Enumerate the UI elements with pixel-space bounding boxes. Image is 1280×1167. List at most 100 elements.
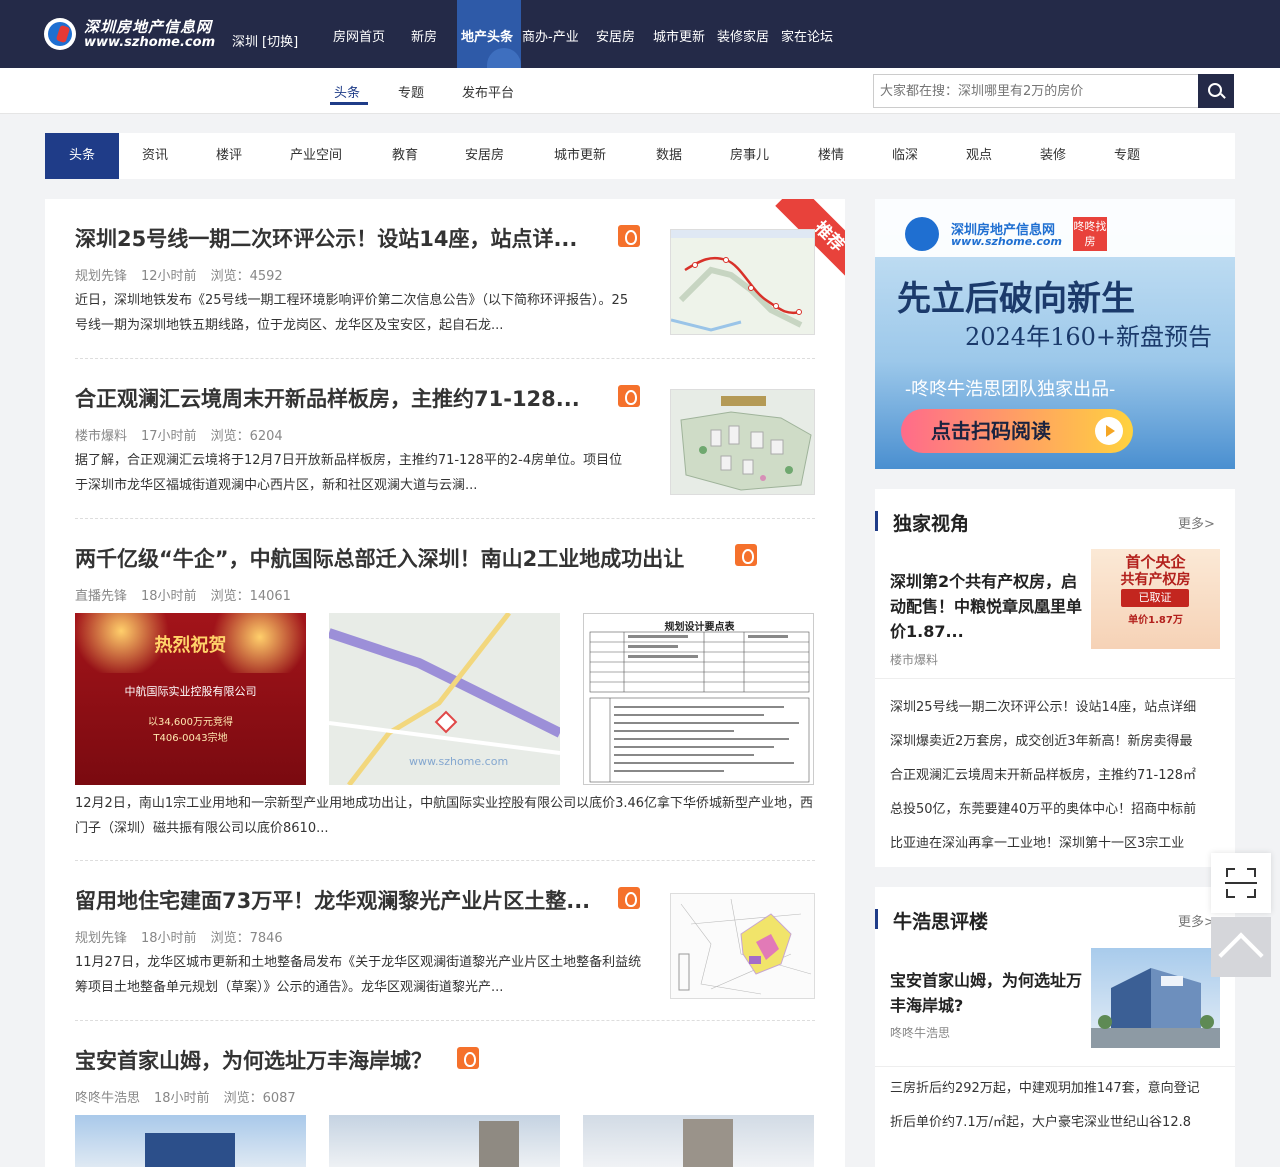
mall-building-shape: [145, 1133, 235, 1167]
tab-headlines[interactable]: 头条: [45, 133, 119, 179]
panel-link-item[interactable]: 三房折后约292万起，中建观玥加推147套，意向登记: [890, 1077, 1220, 1096]
article-thumbnail-metro-map[interactable]: [670, 229, 815, 335]
tab-industrial-space[interactable]: 产业空间: [290, 133, 342, 179]
city-name: 深圳: [232, 35, 259, 50]
top-navbar: 深圳房地产信息网 www.szhome.com 深圳 [切换] 房网首页 新房 地…: [0, 0, 1280, 68]
image-watermark: www.szhome.com: [409, 755, 509, 768]
banner-scan-button[interactable]: 点击扫码阅读: [901, 409, 1133, 453]
article-source[interactable]: 楼市爆料: [75, 429, 127, 444]
article-image-mall-3[interactable]: [583, 1115, 814, 1167]
logo-badge-icon: [44, 18, 76, 50]
article-item[interactable]: 合正观澜汇云境周末开新品样板房，主推约71-128... 楼市爆料 17小时前 浏览…: [75, 359, 815, 519]
feature-article-image[interactable]: 首个央企 共有产权房 已取证 单价1.87万: [1091, 549, 1220, 649]
panel-link-item[interactable]: 总投50亿，东莞要建40万平的奥体中心！招商中标前: [890, 798, 1220, 817]
article-title[interactable]: 两千亿级“牛企”，中航国际总部迁入深圳！南山2工业地成功出让: [75, 543, 735, 573]
tab-urban-renewal[interactable]: 城市更新: [554, 133, 606, 179]
tab-opinions[interactable]: 观点: [966, 133, 992, 179]
city-selector[interactable]: 深圳 [切换]: [232, 31, 298, 50]
sidebar-ad-banner[interactable]: 深圳房地产信息网 www.szhome.com 咚咚找房 先立后破向新生 202…: [875, 199, 1235, 469]
feature-article-image[interactable]: [1091, 948, 1220, 1048]
feature-img-line-2: 共有产权房: [1120, 572, 1191, 588]
nav-home[interactable]: 房网首页: [333, 26, 385, 45]
article-time: 17小时前: [141, 429, 197, 444]
nav-affordable-housing[interactable]: 安居房: [596, 26, 635, 45]
article-source[interactable]: 规划先锋: [75, 931, 127, 946]
tab-reviews[interactable]: 楼评: [216, 133, 242, 179]
more-link[interactable]: 更多>: [1178, 911, 1215, 930]
article-source[interactable]: 直播先锋: [75, 589, 127, 604]
article-views: 浏览：6087: [223, 1091, 296, 1106]
tab-near-shenzhen[interactable]: 临深: [892, 133, 918, 179]
tab-decoration[interactable]: 装修: [1040, 133, 1066, 179]
tower-shape: [479, 1121, 519, 1167]
panel-exclusive-perspective: 独家视角 更多> 深圳第2个共有产权房，启动配售！中粮悦章凤凰里单价1.87..…: [875, 489, 1235, 867]
article-image-mall-1[interactable]: [75, 1115, 306, 1167]
article-thumbnail-site-plan[interactable]: [670, 389, 815, 495]
article-views: 浏览：4592: [210, 269, 283, 284]
article-item[interactable]: 宝安首家山姆，为何选址万丰海岸城？ 咚咚牛浩思 18小时前 浏览：6087: [75, 1021, 815, 1167]
tab-housing-affairs[interactable]: 房事儿: [730, 133, 769, 179]
tab-data[interactable]: 数据: [656, 133, 682, 179]
nav-forum[interactable]: 家在论坛: [781, 26, 833, 45]
article-summary: 11月27日，龙华区城市更新和土地整备局发布《关于龙华区观澜街道黎光产业片区土地…: [75, 955, 642, 995]
logo-text-en: www.szhome.com: [84, 35, 216, 50]
article-meta: 规划先锋 12小时前 浏览：4592: [75, 265, 297, 284]
search-button[interactable]: [1198, 74, 1234, 108]
article-item[interactable]: 留用地住宅建面73万平！龙华观澜黎光产业片区土整... 规划先锋 18小时前 浏览：…: [75, 861, 815, 1021]
panel-divider: [875, 1066, 1235, 1067]
article-image-congrats-poster[interactable]: 热烈祝贺 中航国际实业控股有限公司 以34,600万元竞得 T406-0043宗…: [75, 613, 306, 785]
feature-img-badge: 已取证: [1121, 589, 1189, 607]
article-image-location-map[interactable]: www.szhome.com: [329, 613, 560, 785]
panel-property-review: 牛浩思评楼 更多> 宝安首家山姆，为何选址万丰海岸城? 咚咚牛浩思 三房折后约2…: [875, 887, 1235, 1167]
tab-education[interactable]: 教育: [392, 133, 418, 179]
nav-urban-renewal[interactable]: 城市更新: [653, 26, 705, 45]
banner-cta-label: 点击扫码阅读: [931, 419, 1051, 443]
tab-topics[interactable]: 专题: [1114, 133, 1140, 179]
article-title[interactable]: 深圳25号线一期二次环评公示！设站14座，站点详...: [75, 223, 605, 253]
article-meta: 规划先锋 18小时前 浏览：7846: [75, 927, 297, 946]
nav-new-homes[interactable]: 新房: [411, 26, 437, 45]
poster-heading: 热烈祝贺: [154, 635, 227, 656]
subnav-active-underline: [330, 102, 368, 105]
tab-market[interactable]: 楼情: [818, 133, 844, 179]
banner-headline: 先立后破向新生: [897, 279, 1135, 319]
article-source[interactable]: 咚咚牛浩思: [75, 1091, 140, 1106]
article-title[interactable]: 留用地住宅建面73万平！龙华观澜黎光产业片区土整...: [75, 885, 610, 915]
article-item[interactable]: 两千亿级“牛企”，中航国际总部迁入深圳！南山2工业地成功出让 直播先锋 18小时前…: [75, 519, 815, 864]
article-title[interactable]: 宝安首家山姆，为何选址万丰海岸城？: [75, 1045, 455, 1075]
article-title[interactable]: 合正观澜汇云境周末开新品样板房，主推约71-128...: [75, 383, 605, 413]
article-item[interactable]: 深圳25号线一期二次环评公示！设站14座，站点详... 规划先锋 12小时前 浏览：…: [75, 199, 815, 359]
subnav-topics[interactable]: 专题: [398, 82, 424, 101]
scan-qr-button[interactable]: [1211, 853, 1271, 913]
panel-link-item[interactable]: 比亚迪在深汕再拿一工业地！深圳第十一区3宗工业: [890, 832, 1220, 851]
nav-headlines[interactable]: 地产头条: [461, 26, 513, 45]
subnav-headlines[interactable]: 头条: [334, 82, 360, 101]
nav-commercial[interactable]: 商办-产业: [522, 26, 579, 45]
article-summary: 近日，深圳地铁发布《25号线一期工程环境影响评价第二次信息公告》（以下简称环评报…: [75, 293, 629, 333]
back-to-top-button[interactable]: [1211, 917, 1271, 977]
panel-link-item[interactable]: 深圳爆卖近2万套房，成交创近3年新高！新房卖得最: [890, 730, 1220, 749]
article-image-mall-2[interactable]: [329, 1115, 560, 1167]
panel-link-item[interactable]: 合正观澜汇云境周末开新品样板房，主推约71-128㎡: [890, 764, 1220, 783]
nav-decoration[interactable]: 装修家居: [717, 26, 769, 45]
article-meta: 楼市爆料 17小时前 浏览：6204: [75, 425, 297, 444]
feature-article-title[interactable]: 深圳第2个共有产权房，启动配售！中粮悦章凤凰里单价1.87...: [890, 569, 1086, 644]
tab-news[interactable]: 资讯: [142, 133, 168, 179]
article-image-planning-table[interactable]: 规划设计要点表: [583, 613, 814, 785]
article-thumbnail-land-plan[interactable]: [670, 893, 815, 999]
subnav-publish-platform[interactable]: 发布平台: [462, 82, 514, 101]
more-link[interactable]: 更多>: [1178, 513, 1215, 532]
article-views: 浏览：7846: [210, 931, 283, 946]
city-switch-link[interactable]: [切换]: [262, 35, 298, 50]
category-tabs: 头条 资讯 楼评 产业空间 教育 安居房 城市更新 数据 房事儿 楼情 临深 观…: [45, 133, 1235, 179]
article-summary: 据了解，合正观澜汇云境将于12月7日开放新品样板房，主推约71-128平的2-4…: [75, 453, 623, 493]
panel-divider: [875, 678, 1235, 679]
tab-affordable-housing[interactable]: 安居房: [465, 133, 504, 179]
panel-link-item[interactable]: 折后单价约7.1万/㎡起，大户豪宅深业世纪山谷12.8: [890, 1111, 1220, 1130]
site-logo[interactable]: 深圳房地产信息网 www.szhome.com: [44, 14, 224, 54]
search-input[interactable]: [873, 74, 1199, 108]
feature-article-title[interactable]: 宝安首家山姆，为何选址万丰海岸城?: [890, 968, 1086, 1018]
article-source[interactable]: 规划先锋: [75, 269, 127, 284]
article-list: 推荐 深圳25号线一期二次环评公示！设站14座，站点详... 规划先锋 12小时前…: [45, 199, 845, 1167]
panel-link-item[interactable]: 深圳25号线一期二次环评公示！设站14座，站点详细: [890, 696, 1220, 715]
